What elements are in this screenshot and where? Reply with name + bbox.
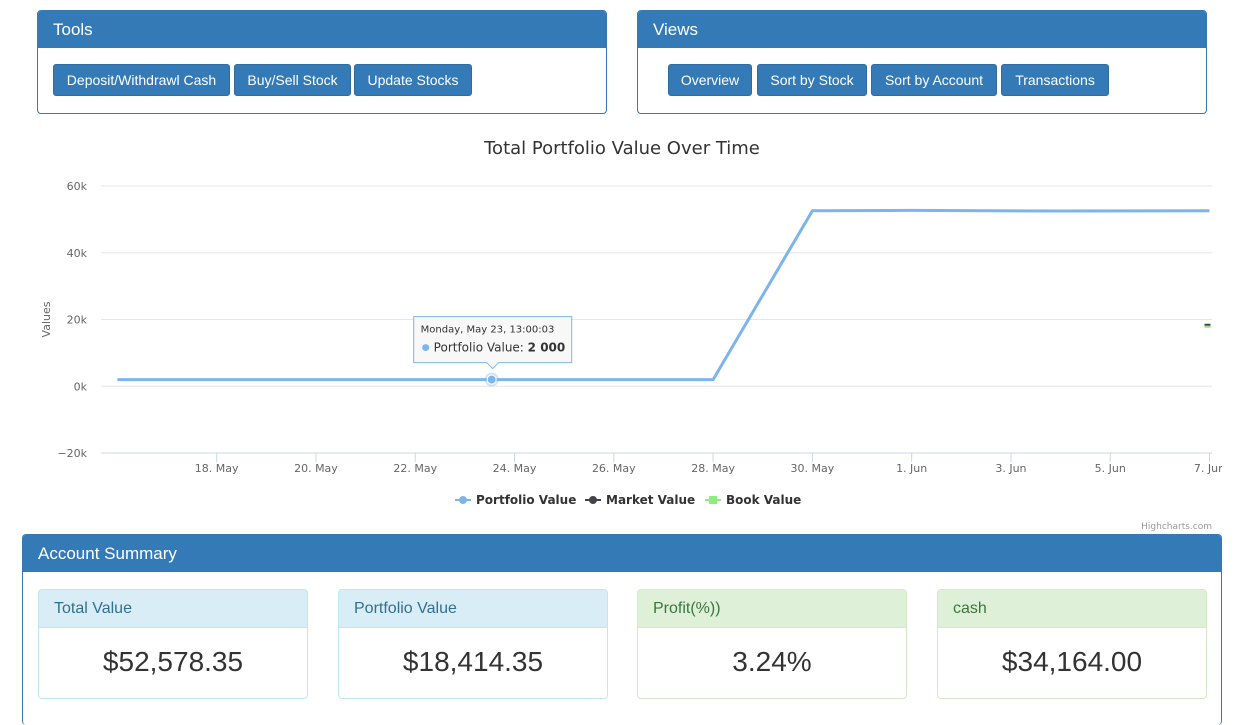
portfolio-value-card: Portfolio Value $18,414.35	[338, 589, 608, 699]
views-panel-title: Views	[638, 11, 1206, 48]
x-tick-label: 18. May	[195, 462, 239, 475]
portfolio-value-line	[117, 208, 1210, 382]
x-tick-label: 5. Jun	[1095, 462, 1126, 475]
total-value-amount: $52,578.35	[102, 646, 244, 677]
y-tick-label: 60k	[67, 180, 88, 193]
update-stocks-button[interactable]: Update Stocks	[354, 64, 472, 96]
portfolio-value-amount: $18,414.35	[402, 646, 544, 677]
x-tick-label: 7. Jun	[1194, 462, 1222, 475]
x-tick-label: 3. Jun	[995, 462, 1026, 475]
x-tick-label: 24. May	[493, 462, 537, 475]
x-tick-label: 26. May	[592, 462, 636, 475]
legend-label: Portfolio Value	[476, 493, 576, 507]
legend-symbol	[709, 496, 717, 504]
tooltip-series-dot	[422, 344, 430, 352]
sort-by-stock-button[interactable]: Sort by Stock	[757, 64, 867, 96]
tooltip-series-label: Portfolio Value: 2 000	[434, 341, 566, 355]
tooltip-header: Monday, May 23, 13:00:03	[421, 325, 555, 336]
chart-svg: 60k 40k 20k 0k −20k 18. May 20. May 22. May 24. …	[40, 180, 1222, 532]
x-tick-label: 1. Jun	[896, 462, 927, 475]
x-tick-label: 20. May	[294, 462, 338, 475]
profit-label: Profit(%))	[638, 590, 906, 628]
transactions-button[interactable]: Transactions	[1001, 64, 1109, 96]
tools-panel: Tools Deposit/Withdrawl Cash Buy/Sell St…	[37, 10, 607, 114]
book-value-point	[1204, 325, 1211, 328]
cash-label: cash	[938, 590, 1206, 628]
y-tick-label: 0k	[74, 380, 88, 393]
sort-by-account-button[interactable]: Sort by Account	[871, 64, 997, 96]
portfolio-value-label: Portfolio Value	[339, 590, 607, 628]
x-tick-label: 22. May	[393, 462, 437, 475]
x-tick-label: 30. May	[791, 462, 835, 475]
profit-amount: 3.24%	[732, 646, 812, 677]
legend-label: Book Value	[726, 493, 801, 507]
buy-sell-stock-button[interactable]: Buy/Sell Stock	[234, 64, 351, 96]
cash-amount: $34,164.00	[1001, 646, 1143, 677]
deposit-withdraw-cash-button[interactable]: Deposit/Withdrawl Cash	[53, 64, 230, 96]
account-summary-panel: Account Summary Total Value $52,578.35 P…	[22, 534, 1222, 725]
legend-symbol	[459, 496, 467, 504]
profit-card: Profit(%)) 3.24%	[637, 589, 907, 699]
hover-point	[486, 374, 497, 385]
legend-label: Market Value	[606, 493, 695, 507]
total-value-label: Total Value	[39, 590, 307, 628]
account-summary-title: Account Summary	[23, 535, 1221, 572]
cash-card: cash $34,164.00	[937, 589, 1207, 699]
legend-symbol	[589, 496, 597, 504]
portfolio-chart: Total Portfolio Value Over Time 60k 40k 20…	[22, 120, 1222, 535]
credits-link: Highcharts.com	[1141, 522, 1212, 532]
y-tick-label: 40k	[67, 247, 88, 260]
overview-button[interactable]: Overview	[668, 64, 752, 96]
total-value-card: Total Value $52,578.35	[38, 589, 308, 699]
market-value-point	[1204, 323, 1211, 326]
y-tick-label: −20k	[57, 447, 87, 460]
views-panel: Views Overview Sort by Stock Sort by Acc…	[637, 10, 1207, 114]
tools-panel-title: Tools	[38, 11, 606, 48]
x-tick-label: 28. May	[691, 462, 735, 475]
y-axis-title: Values	[40, 301, 53, 337]
y-tick-label: 20k	[67, 314, 88, 327]
